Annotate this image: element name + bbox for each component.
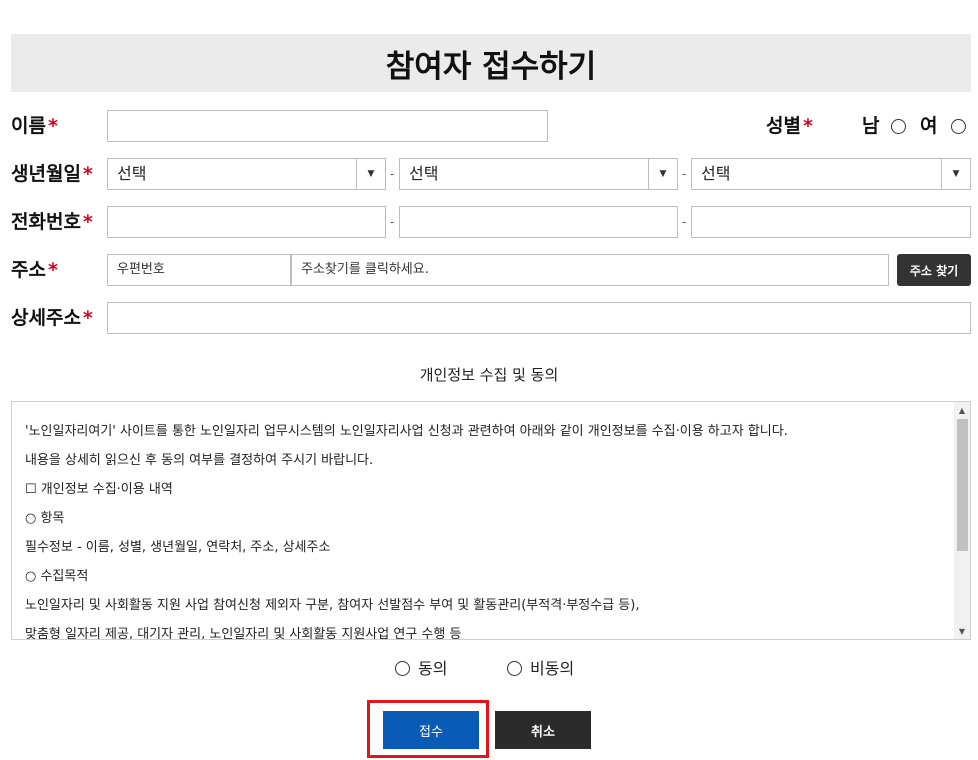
terms-line: 필수정보 - 이름, 성별, 생년월일, 연락처, 주소, 상세주소 xyxy=(25,540,331,555)
phone-part3-input[interactable] xyxy=(691,206,971,238)
birth-year-select[interactable]: 선택 ▼ xyxy=(107,158,386,190)
birth-day-select[interactable]: 선택 ▼ xyxy=(691,158,971,190)
phone-label: 전화번호 * xyxy=(11,211,93,233)
disagree-radio[interactable] xyxy=(507,661,522,676)
scrollbar-thumb[interactable] xyxy=(957,419,968,551)
terms-line: 맞춤형 일자리 제공, 대기자 관리, 노인일자리 및 사회활동 지원사업 연구… xyxy=(25,627,462,640)
submit-button[interactable]: 접수 xyxy=(383,711,479,749)
chevron-down-icon: ▼ xyxy=(941,159,970,189)
gender-female-label: 여 xyxy=(920,115,938,137)
gender-male-radio[interactable] xyxy=(891,119,906,134)
birth-day-value: 선택 xyxy=(701,164,731,183)
zipcode-field[interactable]: 우편번호 xyxy=(107,254,291,286)
page-title: 참여자 접수하기 xyxy=(385,48,597,85)
chevron-down-icon: ▼ xyxy=(648,159,677,189)
required-mark: * xyxy=(82,307,93,329)
scroll-up-icon[interactable]: ▲ xyxy=(954,402,970,418)
required-mark: * xyxy=(82,211,93,233)
terms-scrollbar[interactable]: ▲ ▼ xyxy=(954,402,970,639)
terms-line: ☐ 개인정보 수집·이용 내역 xyxy=(25,482,173,497)
required-mark: * xyxy=(802,115,813,137)
name-label: 이름 * xyxy=(11,115,58,137)
required-mark: * xyxy=(47,115,58,137)
gender-male-label: 남 xyxy=(862,115,880,137)
agree-radio[interactable] xyxy=(395,661,410,676)
address-label: 주소 * xyxy=(11,259,58,281)
birth-label: 생년월일 * xyxy=(11,163,93,185)
phone-separator: - xyxy=(682,215,687,229)
birth-month-select[interactable]: 선택 ▼ xyxy=(399,158,678,190)
terms-line: 노인일자리 및 사회활동 지원 사업 참여신청 제외자 구분, 참여자 선발점수… xyxy=(25,598,640,613)
birth-separator: - xyxy=(682,167,687,181)
terms-line: '노인일자리여기' 사이트를 통한 노인일자리 업무시스템의 노인일자리사업 신… xyxy=(25,424,788,439)
disagree-label[interactable]: 비동의 xyxy=(530,659,574,679)
agree-label[interactable]: 동의 xyxy=(418,659,447,679)
terms-line: ○ 항목 xyxy=(25,511,65,526)
gender-label: 성별 * xyxy=(766,115,813,137)
scroll-down-icon[interactable]: ▼ xyxy=(954,623,970,639)
chevron-down-icon: ▼ xyxy=(356,159,385,189)
gender-female-radio[interactable] xyxy=(951,119,966,134)
phone-separator: - xyxy=(390,215,395,229)
page-header: 참여자 접수하기 xyxy=(11,34,971,92)
required-mark: * xyxy=(47,259,58,281)
find-address-button[interactable]: 주소 찾기 xyxy=(897,254,971,286)
terms-line: ○ 수집목적 xyxy=(25,569,89,584)
detail-address-label: 상세주소 * xyxy=(11,307,93,329)
address-field[interactable]: 주소찾기를 클릭하세요. xyxy=(291,254,889,286)
cancel-button[interactable]: 취소 xyxy=(495,711,591,749)
terms-line: 내용을 상세히 읽으신 후 동의 여부를 결정하여 주시기 바랍니다. xyxy=(25,453,374,468)
name-input[interactable] xyxy=(107,110,548,142)
birth-year-value: 선택 xyxy=(117,164,147,183)
privacy-title: 개인정보 수집 및 동의 xyxy=(419,366,559,384)
birth-month-value: 선택 xyxy=(409,164,439,183)
birth-separator: - xyxy=(390,167,395,181)
phone-part1-input[interactable] xyxy=(107,206,386,238)
phone-part2-input[interactable] xyxy=(399,206,678,238)
required-mark: * xyxy=(82,163,93,185)
detail-address-input[interactable] xyxy=(107,302,971,334)
privacy-terms-box[interactable]: '노인일자리여기' 사이트를 통한 노인일자리 업무시스템의 노인일자리사업 신… xyxy=(11,401,971,640)
